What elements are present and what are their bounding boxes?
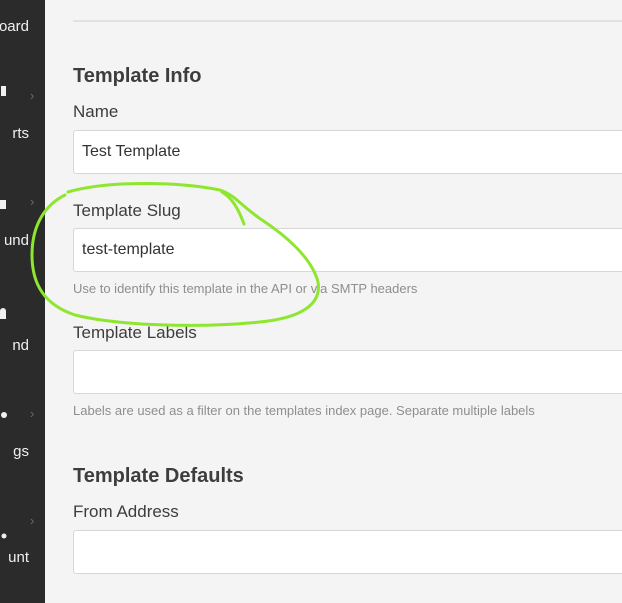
from-address-label: From Address: [73, 502, 179, 521]
sidebar-item-account[interactable]: unt ›: [0, 505, 45, 575]
divider: [73, 20, 622, 22]
chevron-right-icon: ›: [30, 406, 35, 421]
chevron-right-icon: ›: [30, 88, 35, 103]
outbound-icon: [0, 305, 8, 319]
slug-label: Template Slug: [73, 201, 181, 220]
template-form: Template Info Name Template Slug Use to …: [45, 0, 622, 603]
sidebar-item-outbound[interactable]: nd: [0, 300, 45, 370]
inbound-icon: [0, 198, 8, 210]
slug-input[interactable]: [73, 228, 622, 272]
labels-input[interactable]: [73, 350, 622, 394]
from-address-input[interactable]: [73, 530, 622, 574]
sidebar-item-label: und: [3, 232, 29, 249]
name-input[interactable]: [73, 130, 622, 174]
chevron-right-icon: ›: [30, 194, 35, 209]
section-title-template-defaults: Template Defaults: [73, 465, 244, 487]
sidebar: oard rts › und › nd gs › unt ›: [0, 0, 45, 603]
sidebar-item-label: gs: [13, 443, 29, 460]
chevron-right-icon: ›: [30, 513, 35, 528]
sidebar-item-label: rts: [12, 125, 29, 142]
sidebar-item-settings[interactable]: gs ›: [0, 400, 45, 470]
sidebar-item-label: unt: [8, 549, 29, 566]
slug-help-text: Use to identify this template in the API…: [73, 281, 418, 296]
labels-label: Template Labels: [73, 323, 197, 342]
sidebar-item-inbound[interactable]: und ›: [0, 190, 45, 260]
section-title-template-info: Template Info: [73, 65, 202, 87]
name-label: Name: [73, 102, 119, 121]
settings-icon: [0, 408, 8, 420]
sidebar-item-reports[interactable]: rts ›: [0, 70, 45, 142]
sidebar-item-label: nd: [12, 337, 29, 354]
reports-icon: [0, 84, 8, 96]
labels-help-text: Labels are used as a filter on the templ…: [73, 403, 535, 418]
sidebar-item-dashboard[interactable]: oard: [0, 0, 45, 70]
account-icon: [0, 529, 8, 541]
sidebar-item-label: oard: [0, 18, 29, 35]
